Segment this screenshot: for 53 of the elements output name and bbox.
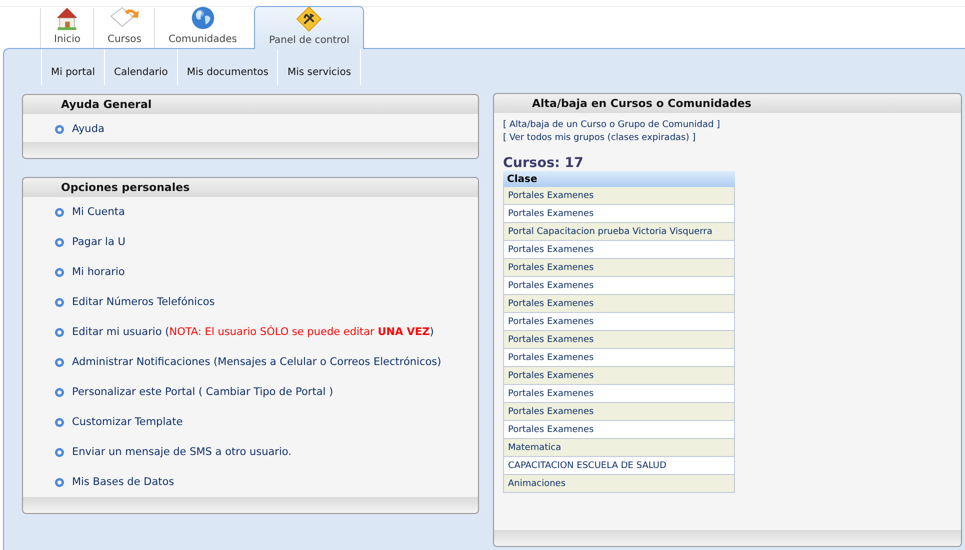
table-row[interactable]: Portales Examenes — [503, 385, 735, 403]
menu-link[interactable]: Mi Cuenta — [72, 206, 125, 218]
tools-icon — [296, 6, 322, 32]
table-row[interactable]: Portales Examenes — [503, 241, 735, 259]
column-header: Clase — [503, 171, 735, 187]
table-row[interactable]: Portales Examenes — [503, 277, 735, 295]
bullet-icon — [55, 418, 64, 426]
table-row[interactable]: Portales Examenes — [503, 421, 735, 439]
menu-link[interactable]: Ayuda — [72, 123, 104, 135]
bullet-icon — [55, 388, 64, 396]
bullet-icon — [55, 208, 64, 216]
table-row[interactable]: Portal Capacitacion prueba Victoria Visquerra — [503, 223, 735, 241]
panel-title: Opciones personales — [61, 181, 190, 194]
bullet-icon — [55, 478, 64, 486]
nav-tab[interactable]: Panel de control — [254, 6, 364, 49]
bracket-link[interactable]: [ Alta/baja de un Curso o Grupo de Comunidad ] — [503, 120, 961, 133]
table-row[interactable]: Portales Examenes — [503, 367, 735, 385]
bullet-icon — [55, 298, 64, 306]
subnav-link[interactable]: Mis documentos — [176, 49, 278, 85]
bullet-icon — [55, 238, 64, 246]
bullet-icon — [55, 124, 64, 134]
globe-icon — [190, 5, 216, 31]
table-row[interactable]: Portales Examenes — [503, 331, 735, 349]
menu-link[interactable]: Enviar un mensaje de SMS a otro usuario. — [72, 446, 292, 458]
bullet-icon — [55, 268, 64, 276]
table-row[interactable]: CAPACITACION ESCUELA DE SALUD — [503, 457, 735, 475]
bullet-icon — [55, 448, 64, 456]
bullet-icon — [55, 358, 64, 366]
table-row[interactable]: Matematica — [503, 439, 735, 457]
course-count: Cursos: 17 — [503, 155, 584, 171]
menu-link[interactable]: Customizar Template — [72, 416, 183, 428]
subnav-link[interactable]: Calendario — [104, 49, 178, 85]
table-row[interactable]: Portales Examenes — [503, 205, 735, 223]
menu-link[interactable]: Editar Números Telefónicos — [72, 296, 215, 308]
menu-link[interactable]: Mi horario — [72, 266, 125, 278]
table-row[interactable]: Portales Examenes — [503, 313, 735, 331]
table-row[interactable]: Animaciones — [503, 475, 735, 493]
menu-link[interactable]: Pagar la U — [72, 236, 126, 248]
table-row[interactable]: Portales Examenes — [503, 295, 735, 313]
menu-link[interactable]: Personalizar este Portal ( Cambiar Tipo de Portal ) — [72, 386, 334, 398]
table-row[interactable]: Portales Examenes — [503, 259, 735, 277]
panel-title: Alta/baja en Cursos o Comunidades — [532, 97, 752, 110]
table-row[interactable]: Portales Examenes — [503, 187, 735, 205]
subnav-link[interactable]: Mi portal — [41, 49, 105, 85]
panel-title: Ayuda General — [61, 98, 152, 111]
bracket-link[interactable]: [ Ver todos mis grupos (clases expiradas) ] — [503, 133, 961, 146]
menu-link[interactable]: Administrar Notificaciones (Mensajes a Celular o Correos Electrónicos) — [72, 356, 442, 368]
table-row[interactable]: Portales Examenes — [503, 349, 735, 367]
table-row[interactable]: Portales Examenes — [503, 403, 735, 421]
bullet-icon — [55, 328, 64, 336]
subnav-link[interactable]: Mis servicios — [277, 49, 362, 85]
menu-link[interactable]: Mis Bases de Datos — [72, 476, 174, 488]
menu-link[interactable]: Editar mi usuario (NOTA: El usuario SÓLO se puede editar UNA VEZ) — [72, 326, 434, 338]
